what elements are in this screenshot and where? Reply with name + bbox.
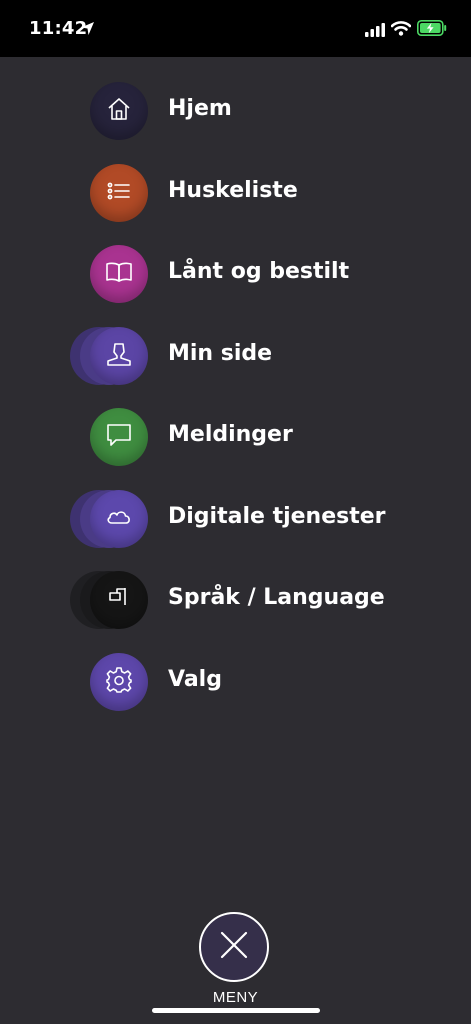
menu-item-sprak-language[interactable]: Språk / Language [0, 571, 471, 653]
close-icon [218, 929, 250, 965]
menu-item-label: Min side [168, 340, 273, 366]
menu-item-label: Meldinger [168, 422, 293, 447]
menu-item-label: Huskeliste [168, 177, 298, 203]
status-bar: 11:42 [0, 0, 471, 57]
book-icon [105, 259, 133, 289]
flag-icon [105, 585, 133, 615]
cloud-icon [105, 507, 133, 531]
message-icon [105, 422, 133, 452]
menu-item-label: Språk / Language [168, 585, 385, 610]
menu-item-huskeliste[interactable]: Huskeliste [0, 163, 471, 246]
menu-item-circle [90, 489, 148, 548]
menu-item-circle [90, 245, 148, 303]
menu-item-circle [90, 82, 148, 140]
menu-item-label: Valg [168, 666, 222, 692]
close-menu-label: MENY [212, 989, 259, 1006]
location-arrow-icon [80, 21, 95, 40]
status-time: 11:42 [29, 18, 88, 39]
list-icon [106, 178, 132, 208]
menu-item-label: Digitale tjenester [168, 503, 386, 529]
menu-item-digitale-tjenester[interactable]: Digitale tjenester [0, 489, 471, 572]
menu-item-circle [90, 408, 148, 466]
menu-item-label: Lånt og bestilt [168, 259, 350, 284]
menu-item-circle [90, 571, 148, 629]
close-menu-button[interactable] [199, 912, 269, 982]
home-indicator[interactable] [152, 1008, 320, 1013]
menu-item-meldinger[interactable]: Meldinger [0, 408, 471, 490]
menu-item-circle [90, 326, 148, 385]
person-icon [105, 340, 133, 372]
cellular-signal-icon [365, 22, 386, 41]
main-menu: Hjem Huskeliste Lånt og bestilt Min side… [0, 82, 471, 734]
menu-item-lant-og-bestilt[interactable]: Lånt og bestilt [0, 245, 471, 327]
home-icon [106, 96, 132, 126]
menu-item-label: Hjem [168, 96, 232, 121]
wifi-icon [390, 20, 412, 40]
menu-item-min-side[interactable]: Min side [0, 326, 471, 409]
menu-item-hjem[interactable]: Hjem [0, 82, 471, 164]
menu-item-circle [90, 163, 148, 222]
gear-icon [105, 666, 133, 698]
menu-item-valg[interactable]: Valg [0, 652, 471, 735]
battery-charging-icon [417, 20, 447, 40]
menu-item-circle [90, 652, 148, 711]
